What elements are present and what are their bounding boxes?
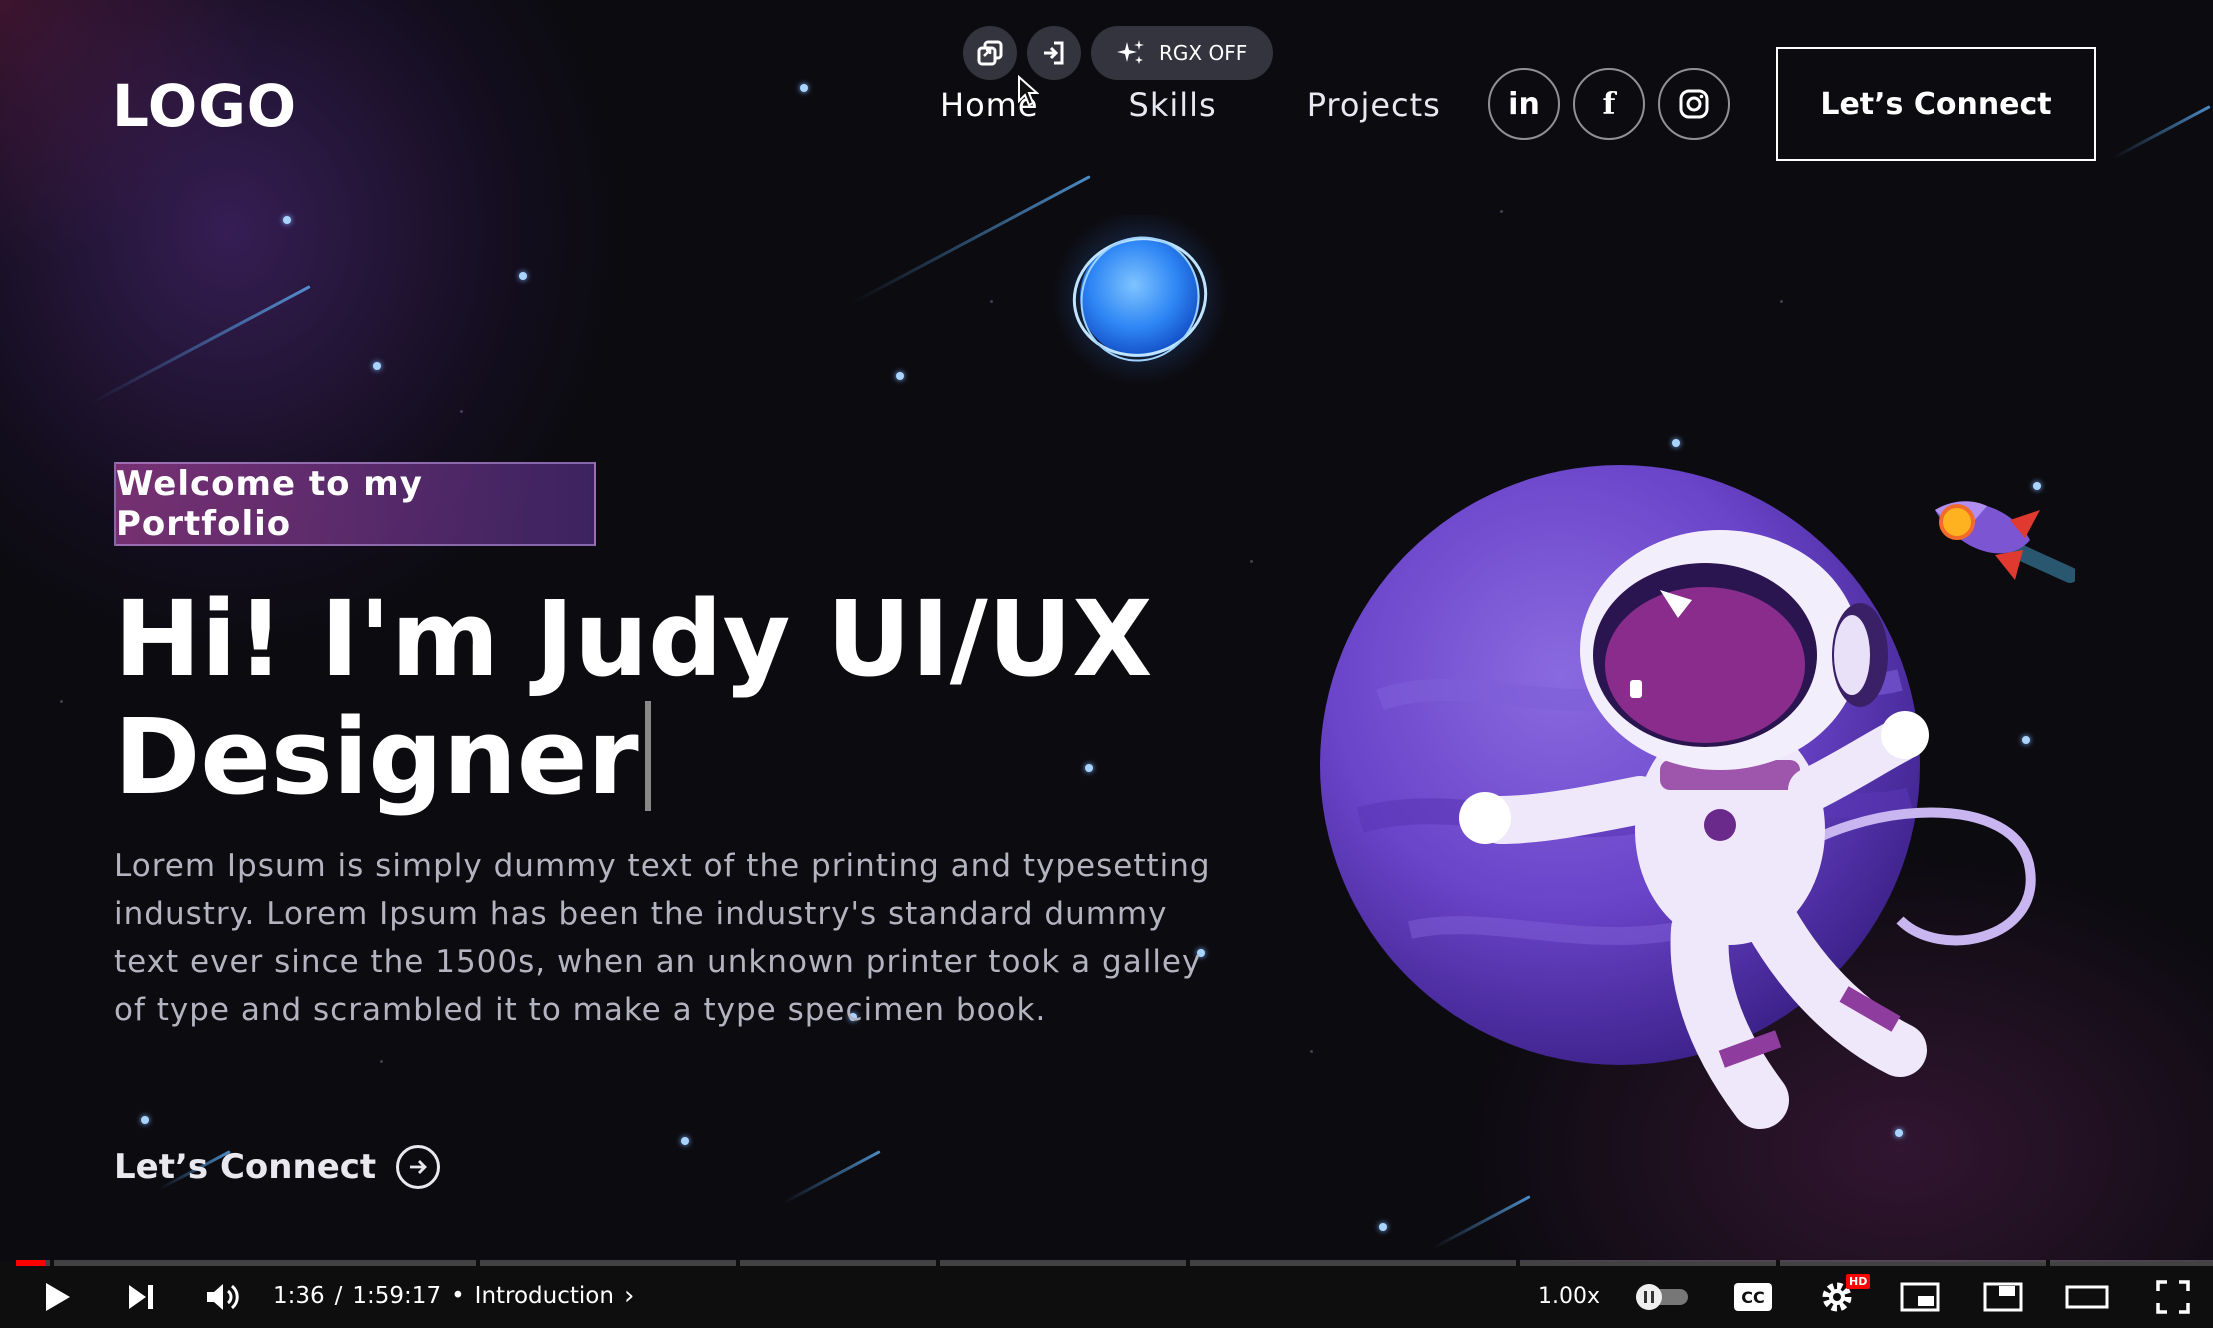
chapter-marker <box>736 1260 740 1266</box>
star <box>141 1116 149 1124</box>
headline-line-2: Designer <box>114 696 639 818</box>
instagram-icon <box>1679 89 1709 119</box>
lets-connect-button[interactable]: Let’s Connect <box>1776 47 2096 161</box>
copy-button[interactable] <box>963 26 1017 80</box>
shooting-star <box>782 1150 881 1205</box>
dust <box>1250 560 1253 563</box>
chapter-marker <box>1776 1260 1780 1266</box>
progress-bar[interactable] <box>16 1260 2213 1266</box>
headline-line-1: Hi! I'm Judy UI/UX <box>114 578 1153 700</box>
volume-icon <box>207 1284 239 1310</box>
hd-badge: HD <box>1846 1274 1871 1289</box>
dust <box>990 300 993 303</box>
play-button[interactable] <box>32 1272 82 1322</box>
miniplayer-button[interactable] <box>1895 1272 1945 1322</box>
typing-cursor <box>644 701 651 811</box>
hero-headline: Hi! I'm Judy UI/UX Designer <box>114 580 1214 816</box>
rgx-label: RGX OFF <box>1159 41 1248 65</box>
shooting-star <box>88 285 311 406</box>
facebook-button[interactable]: f <box>1573 68 1645 140</box>
autoplay-toggle[interactable] <box>1632 1272 1692 1322</box>
lets-connect-link[interactable]: Let’s Connect <box>114 1145 441 1189</box>
rocket-illustration <box>1935 501 2075 583</box>
play-icon <box>46 1283 70 1311</box>
chapter-marker <box>1186 1260 1190 1266</box>
dust <box>460 410 463 413</box>
lets-connect-label: Let’s Connect <box>114 1147 377 1187</box>
linkedin-button[interactable]: in <box>1488 68 1560 140</box>
skip-next-icon <box>129 1285 153 1309</box>
star <box>1379 1223 1387 1231</box>
time-display: 1:36 / 1:59:17 • Introduction › <box>273 1281 634 1311</box>
bullet-separator: • <box>451 1283 465 1309</box>
hero-description: Lorem Ipsum is simply dummy text of the … <box>114 848 1211 1028</box>
time-separator: / <box>334 1283 343 1309</box>
theater-mode-button[interactable] <box>2062 1272 2112 1322</box>
fullscreen-icon <box>2156 1280 2190 1314</box>
star <box>283 216 291 224</box>
star <box>800 84 808 92</box>
linkedin-icon: in <box>1508 86 1540 122</box>
site-logo[interactable]: LOGO <box>112 72 297 140</box>
arrow-right-circle-icon <box>396 1145 441 1189</box>
nav-projects[interactable]: Projects <box>1307 86 1441 124</box>
chapter-marker <box>50 1260 54 1266</box>
dust <box>1780 300 1783 303</box>
miniplayer-icon <box>1900 1282 1940 1312</box>
star <box>681 1137 689 1145</box>
star <box>519 272 527 280</box>
volume-button[interactable] <box>198 1272 248 1322</box>
theater-mode-icon <box>2065 1285 2109 1309</box>
chapter-marker <box>936 1260 940 1266</box>
video-frame[interactable]: LOGO Home Skills Projects in f Let’s Con… <box>0 0 2213 1262</box>
settings-button[interactable]: HD <box>1812 1272 1871 1322</box>
sign-in-icon <box>1044 41 1064 65</box>
sparkle-icon <box>1117 40 1144 64</box>
site-nav: Home Skills Projects <box>940 86 1441 124</box>
star <box>896 372 904 380</box>
copy-icon <box>977 40 1003 66</box>
star <box>373 362 381 370</box>
nav-skills[interactable]: Skills <box>1129 86 1217 124</box>
shooting-star <box>1432 1195 1531 1250</box>
chapter-marker <box>1516 1260 1520 1266</box>
chapter-marker <box>2046 1260 2050 1266</box>
fullscreen-button[interactable] <box>2148 1272 2198 1322</box>
blue-planet-illustration <box>1052 215 1228 385</box>
chevron-right-icon[interactable]: › <box>624 1281 634 1311</box>
dust <box>60 700 63 703</box>
dust <box>1500 210 1503 213</box>
pip-button[interactable] <box>1978 1272 2028 1322</box>
chapter-marker <box>476 1260 480 1266</box>
progress-played <box>16 1260 45 1266</box>
login-button[interactable] <box>1027 26 1081 80</box>
next-button[interactable] <box>116 1272 166 1322</box>
autoplay-toggle-icon <box>1636 1284 1688 1310</box>
dust <box>380 1060 383 1063</box>
shooting-star <box>2112 105 2211 160</box>
picture-in-picture-icon <box>1983 1282 2023 1312</box>
mouse-cursor <box>1018 75 1039 107</box>
playback-speed[interactable]: 1.00x <box>1538 1284 1600 1309</box>
player-overlay-toolbar: RGX OFF <box>963 26 1274 80</box>
instagram-button[interactable] <box>1658 68 1730 140</box>
captions-button[interactable]: CC <box>1730 1272 1776 1322</box>
chapter-title[interactable]: Introduction <box>475 1283 614 1309</box>
time-total: 1:59:17 <box>352 1283 442 1309</box>
rgx-toggle[interactable]: RGX OFF <box>1091 26 1274 80</box>
captions-icon: CC <box>1734 1283 1772 1311</box>
facebook-icon: f <box>1602 86 1616 122</box>
welcome-badge: Welcome to my Portfolio <box>114 462 596 546</box>
time-current: 1:36 <box>273 1283 325 1309</box>
